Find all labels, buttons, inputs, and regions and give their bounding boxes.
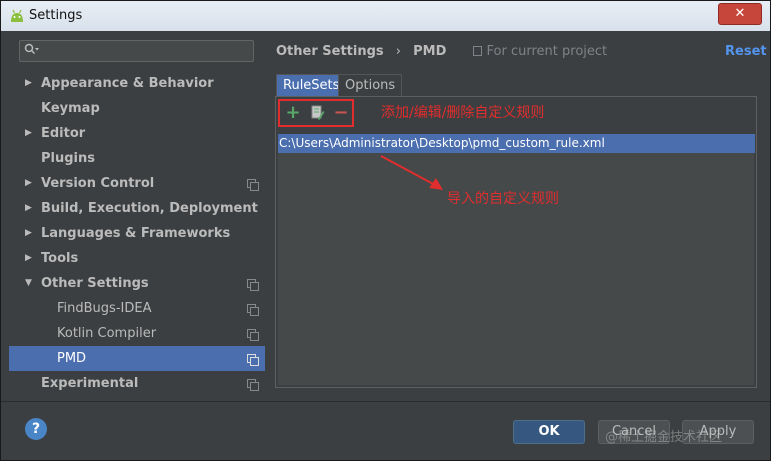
sidebar-item-tools[interactable]: ▶ Tools [9,246,265,271]
footer-divider [1,401,770,402]
sidebar-item-label: FindBugs-IDEA [57,301,152,316]
sidebar-item-label: Other Settings [41,276,149,291]
sidebar-item-version-control[interactable]: ▶ Version Control [9,171,265,196]
expand-arrow-icon[interactable]: ▶ [25,171,32,196]
sidebar-item-pmd[interactable]: PMD [9,346,265,371]
sidebar-item-experimental[interactable]: Experimental [9,371,265,396]
breadcrumb-parent[interactable]: Other Settings [276,44,384,59]
expand-arrow-icon[interactable]: ▶ [25,196,32,221]
search-icon [24,43,40,61]
sidebar-item-label: Kotlin Compiler [57,326,157,341]
annotation-arrow-icon [380,155,443,190]
list-item[interactable]: C:\Users\Administrator\Desktop\pmd_custo… [278,134,755,153]
sidebar-item-label: PMD [57,351,87,366]
project-scope-icon [247,354,259,366]
project-scope-label: For current project [472,44,608,59]
sidebar-item-appearance-behavior[interactable]: ▶ Appearance & Behavior [9,71,265,96]
expand-arrow-icon[interactable]: ▶ [25,71,32,96]
watermark: @稀土掘金技术社区 [605,430,723,445]
sidebar-item-label: Editor [41,126,86,141]
sidebar-item-other-settings[interactable]: ▼ Other Settings [9,271,265,296]
rulesets-panel: + − C:\Users\Administrator\Desktop\pmd_c… [275,96,757,388]
sidebar-item-label: Plugins [41,151,95,166]
edit-icon[interactable] [308,105,326,123]
sidebar-item-findbugs-idea[interactable]: FindBugs-IDEA [9,296,265,321]
add-icon[interactable]: + [284,104,302,123]
expand-arrow-icon[interactable]: ▶ [25,121,32,146]
sidebar-item-keymap[interactable]: Keymap [9,96,265,121]
toolbar-annotation: 添加/编辑/删除自定义规则 [381,105,545,121]
settings-sidebar: ▶ Appearance & Behavior Keymap ▶ Editor … [9,31,265,401]
sidebar-item-label: Experimental [41,376,139,391]
sidebar-item-label: Languages & Frameworks [41,226,231,241]
tab-rulesets[interactable]: RuleSets [276,74,347,96]
window-title: Settings [29,8,83,23]
sidebar-item-label: Tools [41,251,79,266]
sidebar-item-editor[interactable]: ▶ Editor [9,121,265,146]
sidebar-item-build-execution-deployment[interactable]: ▶ Build, Execution, Deployment [9,196,265,221]
close-button[interactable]: ✕ [718,3,762,25]
project-scope-icon [247,329,259,341]
sidebar-item-label: Version Control [41,176,155,191]
project-scope-icon [247,179,259,191]
remove-icon[interactable]: − [332,104,350,123]
rules-toolbar: + − [278,99,354,127]
sidebar-item-label: Build, Execution, Deployment [41,201,258,216]
project-scope-icon [247,379,259,391]
tab-options[interactable]: Options [338,74,403,96]
collapse-arrow-icon[interactable]: ▼ [25,271,32,296]
sidebar-item-plugins[interactable]: Plugins [9,146,265,171]
sidebar-item-label: Keymap [41,101,100,116]
breadcrumb: Other Settings › PMD For current project [276,44,607,59]
sidebar-item-languages-frameworks[interactable]: ▶ Languages & Frameworks [9,221,265,246]
project-scope-icon [247,304,259,316]
search-input[interactable] [19,40,254,62]
scope-text: For current project [486,44,608,59]
android-icon [11,9,23,22]
sidebar-item-kotlin-compiler[interactable]: Kotlin Compiler [9,321,265,346]
help-icon[interactable]: ? [25,418,47,440]
settings-nav: ▶ Appearance & Behavior Keymap ▶ Editor … [9,71,265,396]
sidebar-item-label: Appearance & Behavior [41,76,214,91]
settings-window: Settings ✕ ▶ Appearance & Behavior Keyma… [0,0,771,461]
rules-list: C:\Users\Administrator\Desktop\pmd_custo… [278,134,755,385]
ok-button[interactable]: OK [513,420,585,444]
project-scope-icon [247,279,259,291]
breadcrumb-current: PMD [413,44,447,59]
expand-arrow-icon[interactable]: ▶ [25,246,32,271]
project-scope-icon [472,46,482,56]
reset-link[interactable]: Reset [725,44,767,59]
breadcrumb-separator: › [395,44,401,59]
expand-arrow-icon[interactable]: ▶ [25,221,32,246]
title-bar: Settings ✕ [1,1,770,31]
rule-annotation: 导入的自定义规则 [447,191,559,207]
